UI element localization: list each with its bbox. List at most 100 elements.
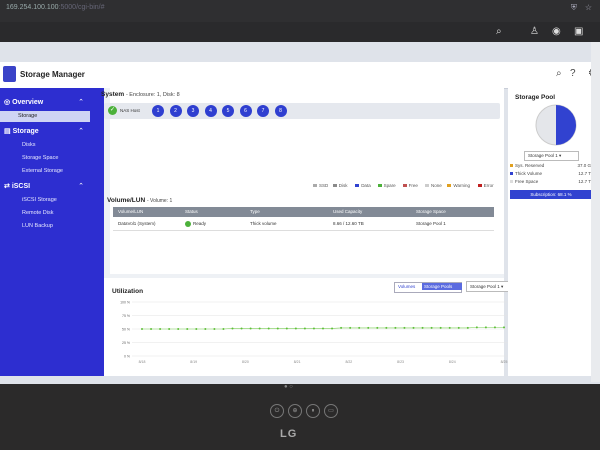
data-point[interactable] [439,326,442,329]
sidebar-group-overview[interactable]: ◎ Overview [4,98,43,106]
data-point[interactable] [340,326,343,329]
data-point[interactable] [177,328,180,330]
storage-pool-select[interactable]: Storage Pool 1 ▾ [524,151,579,161]
sidebar-item-remote-disk[interactable]: Remote Disk [22,210,53,216]
url-path: :5000/cgi-bin/# [58,4,105,11]
legend-swatch [447,184,452,187]
data-point[interactable] [466,326,469,329]
data-point[interactable] [249,327,252,330]
data-point[interactable] [213,328,216,330]
sidebar-item-external-storage[interactable]: External Storage [22,168,63,174]
data-point[interactable] [285,327,288,330]
disk-slot[interactable]: 3 [187,105,199,117]
address-bar[interactable]: 169.254.100.100:5000/cgi-bin/# [6,4,104,11]
x-tick-label: 8/25 [501,360,508,364]
tab-volumes[interactable]: Volumes [398,284,415,289]
data-point[interactable] [484,326,487,329]
data-point[interactable] [475,326,478,329]
sidebar-item-iscsi-storage[interactable]: iSCSI Storage [22,197,57,203]
data-point[interactable] [150,328,153,330]
system-subtitle: - Enclosure: 1, Disk: 8 [125,92,180,98]
chevron-up-icon[interactable]: ⌃ [78,127,84,135]
disk-slot[interactable]: 6 [239,105,252,117]
data-point[interactable] [349,326,352,329]
sidebar-item-lun-backup[interactable]: LUN Backup [22,223,53,229]
legend-swatch [332,184,337,187]
sidebar-group-label: Storage [12,128,39,135]
x-tick-label: 8/22 [345,360,352,364]
page-scrollbar[interactable] [591,42,600,382]
data-point[interactable] [240,327,243,330]
data-point[interactable] [421,326,424,329]
more-icon[interactable]: ▣ [574,26,583,37]
data-point[interactable] [430,326,433,329]
data-point[interactable] [276,327,279,330]
sidebar-group-storage[interactable]: ▤ Storage [4,127,39,135]
column-header[interactable]: Status [185,209,198,214]
star-icon[interactable]: ☆ [585,3,592,13]
x-tick-label: 8/24 [449,360,456,364]
shield-icon[interactable]: ⛨ [571,3,577,13]
data-point[interactable] [294,327,297,330]
data-point[interactable] [385,326,388,329]
disk-slot[interactable]: 1 [152,105,164,117]
account-icon[interactable]: ◉ [552,26,561,37]
power-icon[interactable]: ⏻ [270,404,284,418]
chevron-up-icon[interactable]: ⌃ [78,98,84,106]
data-point[interactable] [312,327,315,330]
y-tick-label: 100 % [120,301,130,305]
desktop-icon[interactable]: ▭ [324,404,338,418]
data-point[interactable] [303,327,306,330]
notification-icon[interactable]: ♙ [530,26,539,37]
pause-icon[interactable]: ⏸ [306,404,320,418]
data-point[interactable] [186,328,189,330]
sidebar-item-storage-space[interactable]: Storage Space [22,155,58,161]
column-header[interactable]: Storage Space [416,209,446,214]
checkmark-icon: ✓ [108,106,117,115]
data-point[interactable] [258,327,261,330]
search-icon[interactable]: ⌕ [496,26,502,37]
data-point[interactable] [267,327,270,330]
data-point[interactable] [457,326,460,329]
data-point[interactable] [231,327,234,330]
data-point[interactable] [503,326,505,329]
data-point[interactable] [195,328,198,330]
data-point[interactable] [403,326,406,329]
legend-swatch [355,184,360,187]
chevron-up-icon[interactable]: ⌃ [78,182,84,190]
data-point[interactable] [159,328,162,330]
search-icon[interactable]: ⌕ [556,68,562,79]
zoom-icon[interactable]: ⊕ [288,404,302,418]
column-header[interactable]: Volume/LUN [118,209,143,214]
column-header[interactable]: Used Capacity [333,209,362,214]
sidebar-item-disks[interactable]: Disks [22,142,35,148]
data-point[interactable] [367,326,370,329]
data-point[interactable] [168,328,171,330]
disk-slot[interactable]: 4 [204,105,217,117]
sidebar-item-storage[interactable]: Storage [0,111,90,122]
legend-label: Warning [453,183,470,188]
disk-slot[interactable]: 8 [274,105,287,117]
tab-storage-pools[interactable]: Storage Pools [422,283,462,290]
data-point[interactable] [331,327,334,330]
data-point[interactable] [412,326,415,329]
data-point[interactable] [141,328,143,330]
data-point[interactable] [358,326,361,329]
data-point[interactable] [222,328,225,330]
table-row[interactable]: DataVol1 (System) Ready Thick volume 8.6… [113,218,494,231]
data-point[interactable] [493,326,496,329]
data-point[interactable] [322,327,324,330]
data-point[interactable] [448,326,451,329]
disk-slot[interactable]: 5 [222,105,234,117]
data-point[interactable] [376,326,379,329]
disk-slot[interactable]: 2 [169,105,182,117]
column-header[interactable]: Type [250,209,260,214]
help-icon[interactable]: ? [570,68,576,79]
sidebar-group-iscsi[interactable]: ⇄ iSCSI [4,182,30,190]
disk-slot[interactable]: 7 [257,105,269,117]
data-point[interactable] [394,326,397,329]
legend-swatch [477,184,482,187]
nas-host-label[interactable]: NAS Host [120,108,140,113]
pool-stat-row: Sys. Reserved 37.0 GB [510,163,594,168]
data-point[interactable] [204,328,207,330]
